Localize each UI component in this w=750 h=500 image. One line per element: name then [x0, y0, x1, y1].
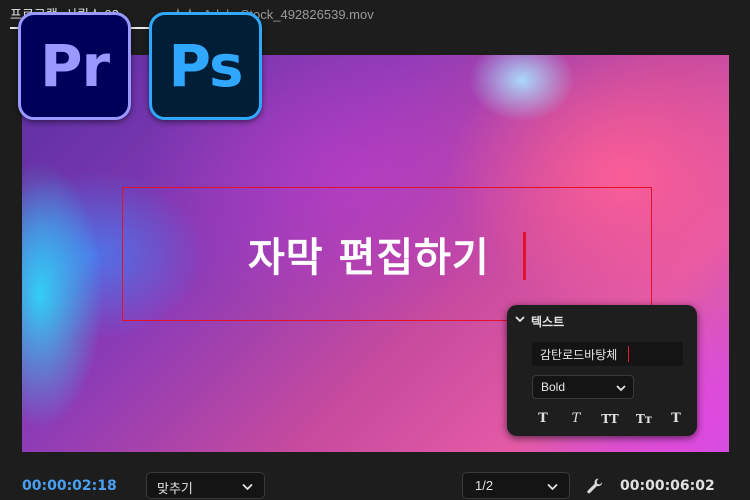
wrench-icon[interactable] — [586, 477, 604, 495]
chevron-down-icon[interactable] — [514, 313, 526, 325]
caption-text[interactable]: 자막 편집하기 — [248, 225, 490, 283]
faux-bold-button[interactable]: T — [531, 409, 555, 429]
duration-timecode: 00:00:06:02 — [620, 478, 715, 494]
playback-resolution-value: 1/2 — [475, 478, 494, 493]
font-style-value: Bold — [541, 380, 566, 394]
faux-italic-button[interactable]: T — [564, 409, 588, 429]
superscript-button[interactable]: T — [664, 409, 688, 429]
playback-resolution-dropdown[interactable]: 1/2 — [462, 472, 570, 499]
text-properties-panel: 텍스트 감탄로드바탕체 Bold T T TT Tт T — [507, 305, 697, 436]
chevron-down-icon — [616, 385, 626, 392]
zoom-level-value: 맞추기 — [157, 481, 193, 496]
all-caps-button[interactable]: TT — [598, 409, 622, 429]
chevron-down-icon — [242, 483, 253, 491]
premiere-pro-logo-icon: Pr — [18, 12, 131, 120]
photoshop-logo-icon: Ps — [149, 12, 262, 120]
font-style-dropdown[interactable]: Bold — [532, 375, 634, 399]
panel-title: 텍스트 — [531, 315, 565, 329]
zoom-level-dropdown[interactable]: 맞추기 — [146, 472, 265, 499]
small-caps-button[interactable]: Tт — [632, 409, 656, 429]
current-timecode[interactable]: 00:00:02:18 — [22, 478, 117, 494]
chevron-down-icon — [547, 483, 558, 491]
font-family-field[interactable]: 감탄로드바탕체 — [532, 342, 683, 366]
text-insertion-cursor — [523, 232, 526, 280]
field-text-cursor — [628, 346, 629, 362]
